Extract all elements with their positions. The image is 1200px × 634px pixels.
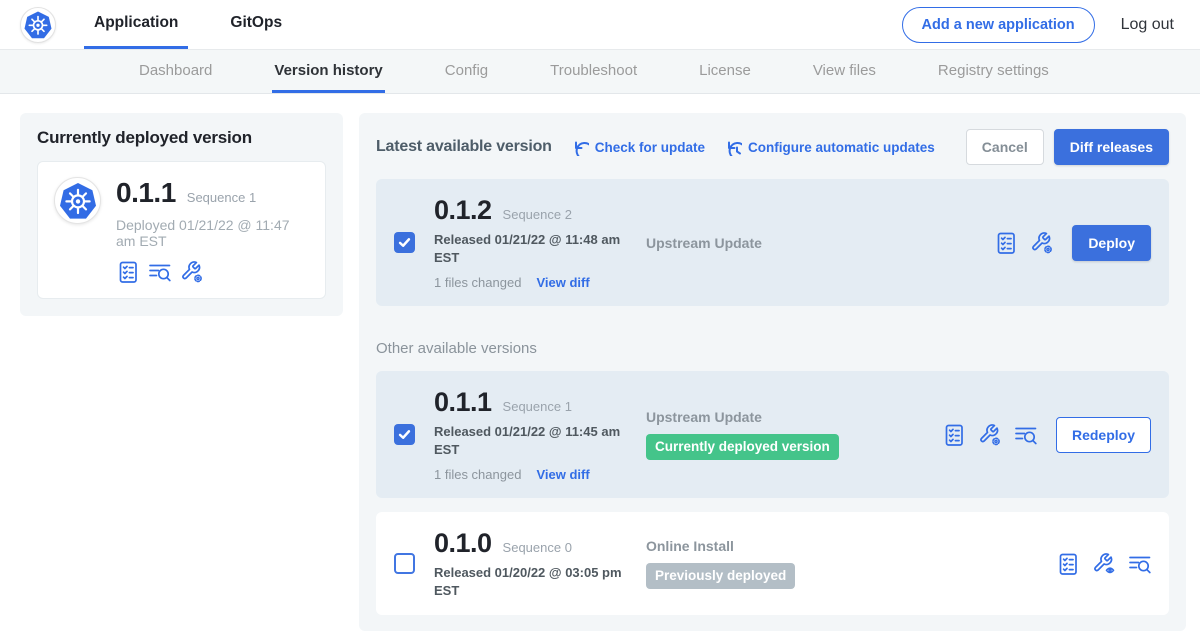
- edit-config-icon[interactable]: [1030, 231, 1053, 254]
- app-subnav: Dashboard Version history Config Trouble…: [0, 50, 1200, 94]
- currently-deployed-badge: Currently deployed version: [646, 434, 839, 460]
- redeploy-button[interactable]: Redeploy: [1056, 417, 1151, 453]
- deployed-version-card: 0.1.1 Sequence 1 Deployed 01/21/22 @ 11:…: [37, 161, 326, 299]
- edit-config-icon[interactable]: [978, 423, 1001, 446]
- version-info: 0.1.1 Sequence 1 Released 01/21/22 @ 11:…: [434, 387, 646, 482]
- subnav-tab-version-history[interactable]: Version history: [272, 50, 384, 93]
- panel-header: Latest available version Check for updat…: [376, 129, 1169, 165]
- top-nav: Application GitOps Add a new application…: [0, 0, 1200, 50]
- files-changed-label: 1 files changed: [434, 467, 521, 482]
- version-row-0-1-2: 0.1.2 Sequence 2 Released 01/21/22 @ 11:…: [376, 179, 1169, 306]
- cancel-button[interactable]: Cancel: [966, 129, 1044, 165]
- version-row-0-1-1: 0.1.1 Sequence 1 Released 01/21/22 @ 11:…: [376, 371, 1169, 498]
- top-nav-right: Add a new application Log out: [902, 0, 1174, 49]
- version-actions: Deploy: [994, 225, 1151, 261]
- sequence-label: Sequence 1: [503, 399, 572, 414]
- version-checkbox[interactable]: [394, 424, 415, 445]
- view-diff-link[interactable]: View diff: [536, 275, 589, 290]
- version-source: Online Install Previously deployed: [646, 538, 942, 589]
- currently-deployed-card: Currently deployed version 0.1.1 Sequenc…: [20, 113, 343, 316]
- version-number: 0.1.2: [434, 195, 492, 226]
- version-source: Upstream Update Currently deployed versi…: [646, 409, 942, 460]
- sequence-label: Sequence 2: [503, 207, 572, 222]
- preflight-checks-icon[interactable]: [116, 260, 139, 283]
- diff-releases-button[interactable]: Diff releases: [1054, 129, 1169, 165]
- version-source: Upstream Update: [646, 235, 942, 251]
- currently-deployed-title: Currently deployed version: [37, 128, 326, 148]
- deploy-button[interactable]: Deploy: [1072, 225, 1151, 261]
- check-for-update-label: Check for update: [595, 140, 705, 155]
- latest-available-title: Latest available version: [376, 138, 552, 156]
- configure-automatic-updates-link[interactable]: Configure automatic updates: [725, 139, 935, 156]
- files-changed: 1 files changed View diff: [434, 275, 646, 290]
- version-info: 0.1.2 Sequence 2 Released 01/21/22 @ 11:…: [434, 195, 646, 290]
- deployed-timestamp: Deployed 01/21/22 @ 11:47 am EST: [116, 217, 309, 249]
- checkmark-icon: [398, 236, 411, 249]
- refresh-icon: [572, 139, 589, 156]
- view-diff-link[interactable]: View diff: [536, 467, 589, 482]
- subnav-tab-config[interactable]: Config: [443, 50, 490, 93]
- deployed-version-actions: [116, 260, 309, 283]
- preflight-checks-icon[interactable]: [942, 423, 965, 446]
- application-icon: [54, 177, 101, 224]
- files-changed-label: 1 files changed: [434, 275, 521, 290]
- other-available-versions-title: Other available versions: [376, 340, 1169, 357]
- available-versions-panel: Latest available version Check for updat…: [359, 113, 1186, 631]
- source-label: Upstream Update: [646, 409, 942, 425]
- deployed-sequence-label: Sequence 1: [187, 190, 256, 205]
- version-number: 0.1.0: [434, 528, 492, 559]
- released-timestamp: Released 01/21/22 @ 11:45 am EST: [434, 423, 630, 458]
- configure-automatic-updates-label: Configure automatic updates: [748, 140, 935, 155]
- edit-config-icon[interactable]: [180, 260, 203, 283]
- version-checkbox[interactable]: [394, 232, 415, 253]
- deployed-version-number: 0.1.1: [116, 177, 176, 209]
- subnav-tab-troubleshoot[interactable]: Troubleshoot: [548, 50, 639, 93]
- preflight-checks-icon[interactable]: [1056, 552, 1079, 575]
- released-timestamp: Released 01/21/22 @ 11:48 am EST: [434, 231, 630, 266]
- version-actions: Redeploy: [942, 417, 1151, 453]
- schedule-update-icon: [725, 139, 742, 156]
- version-checkbox[interactable]: [394, 553, 415, 574]
- subnav-tab-view-files[interactable]: View files: [811, 50, 878, 93]
- version-row-0-1-0: 0.1.0 Sequence 0 Released 01/20/22 @ 03:…: [376, 512, 1169, 615]
- view-config-icon[interactable]: [1092, 552, 1115, 575]
- sequence-label: Sequence 0: [503, 540, 572, 555]
- kubernetes-logo: [20, 7, 56, 43]
- top-tabs: Application GitOps: [84, 0, 292, 49]
- deploy-logs-icon[interactable]: [1014, 423, 1037, 446]
- add-new-application-button[interactable]: Add a new application: [902, 7, 1095, 43]
- previously-deployed-badge: Previously deployed: [646, 563, 795, 589]
- deployed-version-info: 0.1.1 Sequence 1 Deployed 01/21/22 @ 11:…: [116, 177, 309, 283]
- subnav-tab-license[interactable]: License: [697, 50, 753, 93]
- tab-application[interactable]: Application: [84, 0, 188, 49]
- tab-gitops[interactable]: GitOps: [220, 0, 292, 49]
- subnav-tab-dashboard[interactable]: Dashboard: [137, 50, 214, 93]
- deploy-logs-icon[interactable]: [148, 260, 171, 283]
- checkmark-icon: [398, 428, 411, 441]
- source-label: Upstream Update: [646, 235, 942, 251]
- logout-link[interactable]: Log out: [1121, 16, 1174, 34]
- source-label: Online Install: [646, 538, 942, 554]
- version-info: 0.1.0 Sequence 0 Released 01/20/22 @ 03:…: [434, 528, 646, 599]
- deploy-logs-icon[interactable]: [1128, 552, 1151, 575]
- files-changed: 1 files changed View diff: [434, 467, 646, 482]
- version-number: 0.1.1: [434, 387, 492, 418]
- subnav-tab-registry-settings[interactable]: Registry settings: [936, 50, 1051, 93]
- version-history-page: Currently deployed version 0.1.1 Sequenc…: [0, 94, 1200, 631]
- preflight-checks-icon[interactable]: [994, 231, 1017, 254]
- kots-admin-console: Application GitOps Add a new application…: [0, 0, 1200, 631]
- version-actions: [1056, 552, 1151, 575]
- released-timestamp: Released 01/20/22 @ 03:05 pm EST: [434, 564, 630, 599]
- check-for-update-link[interactable]: Check for update: [572, 139, 705, 156]
